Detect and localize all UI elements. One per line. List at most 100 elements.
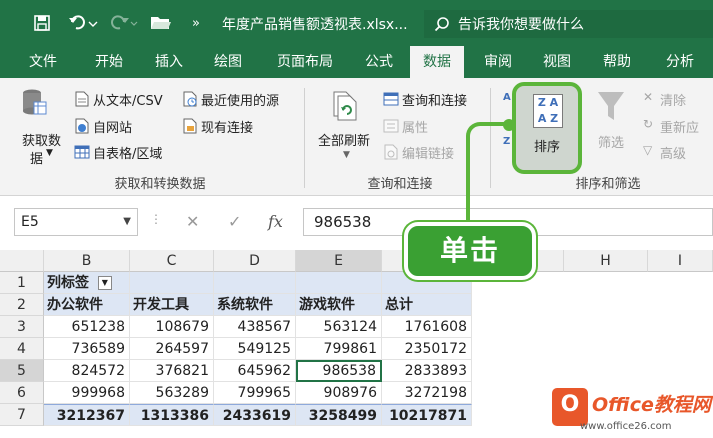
- reapply-button[interactable]: 重新应: [660, 117, 699, 136]
- column-header-i[interactable]: I: [648, 250, 713, 272]
- ribbon-tabs: 文件 开始 插入 绘图 页面布局 公式 数据 审阅 视图 帮助 分析: [0, 46, 713, 78]
- row-header-3[interactable]: 3: [0, 316, 44, 338]
- cell-b1[interactable]: 列标签 ▼: [44, 272, 130, 294]
- group-separator: [304, 88, 305, 188]
- save-icon[interactable]: [30, 12, 54, 34]
- properties-button[interactable]: 属性: [402, 117, 428, 136]
- tab-review[interactable]: 审阅: [470, 46, 526, 78]
- cell-d1[interactable]: [214, 272, 296, 294]
- cell-d7[interactable]: 2433619: [214, 404, 296, 426]
- group-label-get-transform: 获取和转换数据: [114, 177, 206, 192]
- queries-connections-button[interactable]: 查询和连接: [402, 90, 467, 109]
- row-header-7[interactable]: 7: [0, 404, 44, 426]
- tab-file[interactable]: 文件: [18, 46, 68, 78]
- redo-icon[interactable]: [106, 12, 140, 34]
- tab-data[interactable]: 数据: [410, 46, 464, 78]
- tab-view[interactable]: 视图: [530, 46, 584, 78]
- ribbon-data: 获取数 据 ▼ 从文本/CSV 自网站 自表格/区域 最近使用的源 现有连接 获…: [0, 78, 713, 196]
- more-commands-icon[interactable]: »: [186, 12, 206, 34]
- chevron-down-icon[interactable]: ▼: [123, 209, 131, 235]
- row-header-4[interactable]: 4: [0, 338, 44, 360]
- undo-icon[interactable]: [66, 12, 100, 34]
- cell-d4[interactable]: 549125: [214, 338, 296, 360]
- get-data-label-2[interactable]: 据: [30, 148, 43, 167]
- row-header-2[interactable]: 2: [0, 294, 44, 316]
- cell-c6[interactable]: 563289: [130, 382, 214, 404]
- insert-function-icon[interactable]: fx: [268, 212, 283, 231]
- cell-e7[interactable]: 3258499: [296, 404, 382, 426]
- tab-draw[interactable]: 绘图: [200, 46, 256, 78]
- callout-dot: [503, 119, 515, 131]
- cell-b5[interactable]: 824572: [44, 360, 130, 382]
- column-header-c[interactable]: C: [130, 250, 214, 272]
- cell-d6[interactable]: 799965: [214, 382, 296, 404]
- tab-analyze[interactable]: 分析: [652, 46, 708, 78]
- text-file-icon: [75, 91, 89, 107]
- cell-e6[interactable]: 908976: [296, 382, 382, 404]
- existing-connections-button[interactable]: 现有连接: [201, 117, 253, 136]
- tell-me-placeholder: 告诉我你想要做什么: [458, 17, 584, 33]
- cell-e2[interactable]: 游戏软件: [296, 294, 382, 316]
- from-web-button[interactable]: 自网站: [93, 117, 132, 136]
- column-header-d[interactable]: D: [214, 250, 296, 272]
- cell-b6[interactable]: 999968: [44, 382, 130, 404]
- cell-f4[interactable]: 2350172: [382, 338, 472, 360]
- filter-button[interactable]: 筛选: [598, 132, 624, 151]
- tab-help[interactable]: 帮助: [590, 46, 644, 78]
- tab-formulas[interactable]: 公式: [352, 46, 406, 78]
- cell-c4[interactable]: 264597: [130, 338, 214, 360]
- column-header-e[interactable]: E: [296, 250, 382, 272]
- column-header-b[interactable]: B: [44, 250, 130, 272]
- cell-c3[interactable]: 108679: [130, 316, 214, 338]
- cell-b2[interactable]: 办公软件: [44, 294, 130, 316]
- cell-f6[interactable]: 3272198: [382, 382, 472, 404]
- open-folder-icon[interactable]: [148, 12, 174, 34]
- row-header-6[interactable]: 6: [0, 382, 44, 404]
- get-data-label-1[interactable]: 获取数: [22, 130, 61, 149]
- row-header-1[interactable]: 1: [0, 272, 44, 294]
- cell-e4[interactable]: 799861: [296, 338, 382, 360]
- cell-e3[interactable]: 563124: [296, 316, 382, 338]
- column-header-h[interactable]: H: [564, 250, 648, 272]
- cell-e5-selected[interactable]: 986538: [296, 360, 382, 382]
- cell-c5[interactable]: 376821: [130, 360, 214, 382]
- cell-c2[interactable]: 开发工具: [130, 294, 214, 316]
- sort-az-icon[interactable]: A: [503, 92, 511, 103]
- edit-links-icon: [384, 144, 398, 160]
- tab-home[interactable]: 开始: [82, 46, 136, 78]
- cell-b3[interactable]: 651238: [44, 316, 130, 338]
- from-table-range-button[interactable]: 自表格/区域: [93, 143, 162, 162]
- recent-sources-button[interactable]: 最近使用的源: [201, 90, 279, 109]
- cell-d5[interactable]: 645962: [214, 360, 296, 382]
- cell-c1[interactable]: [130, 272, 214, 294]
- cell-b7[interactable]: 3212367: [44, 404, 130, 426]
- cell-d2[interactable]: 系统软件: [214, 294, 296, 316]
- cell-e1[interactable]: [296, 272, 382, 294]
- row-header-5[interactable]: 5: [0, 360, 44, 382]
- cell-d3[interactable]: 438567: [214, 316, 296, 338]
- refresh-all-button[interactable]: 全部刷新: [318, 130, 370, 149]
- cell-f3[interactable]: 1761608: [382, 316, 472, 338]
- sort-button-highlight[interactable]: Z A A Z 排序: [512, 82, 582, 174]
- cell-c7[interactable]: 1313386: [130, 404, 214, 426]
- watermark-logo-letter: O: [560, 392, 580, 417]
- cell-f2[interactable]: 总计: [382, 294, 472, 316]
- from-text-csv-button[interactable]: 从文本/CSV: [93, 90, 163, 109]
- filter-dropdown-icon[interactable]: ▼: [97, 276, 112, 290]
- tab-page-layout[interactable]: 页面布局: [262, 46, 348, 78]
- enter-icon[interactable]: ✓: [228, 212, 241, 231]
- sort-button-label[interactable]: 排序: [516, 136, 578, 155]
- cancel-icon[interactable]: ✕: [186, 212, 199, 231]
- select-all-corner[interactable]: [0, 250, 44, 272]
- tab-insert[interactable]: 插入: [142, 46, 196, 78]
- clear-button[interactable]: 清除: [660, 90, 686, 109]
- chevron-down-icon[interactable]: ▼: [343, 150, 350, 160]
- tell-me-search[interactable]: 告诉我你想要做什么: [424, 10, 713, 38]
- cell-f5[interactable]: 2833893: [382, 360, 472, 382]
- cell-f7[interactable]: 10217871: [382, 404, 472, 426]
- chevron-down-icon[interactable]: ▼: [46, 148, 53, 158]
- edit-links-button[interactable]: 编辑链接: [402, 143, 454, 162]
- name-box[interactable]: E5 ▼: [14, 208, 138, 236]
- cell-b4[interactable]: 736589: [44, 338, 130, 360]
- advanced-button[interactable]: 高级: [660, 143, 686, 162]
